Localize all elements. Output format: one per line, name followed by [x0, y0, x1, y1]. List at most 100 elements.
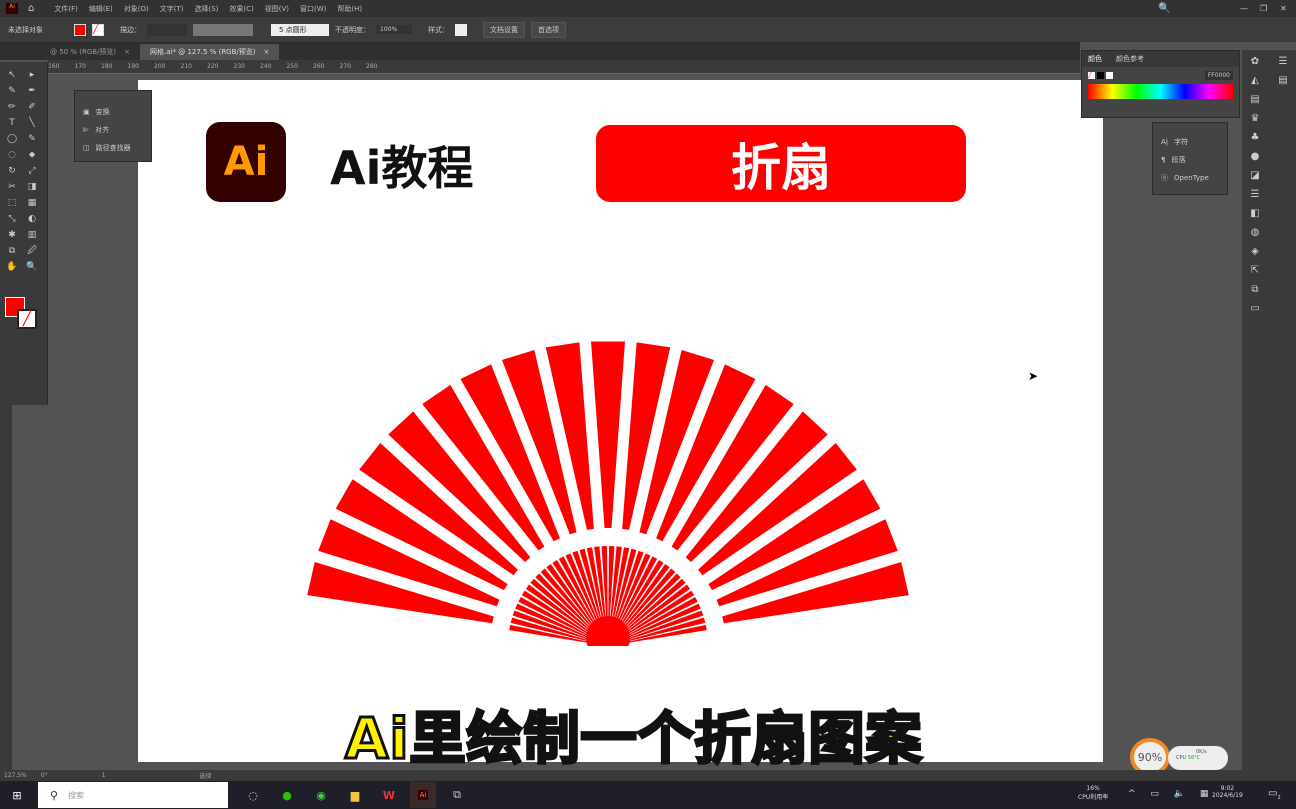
white-swatch[interactable] [1106, 72, 1113, 79]
stroke-swatch[interactable]: ╱ [92, 23, 104, 36]
dock-panel-icon[interactable]: ● [1242, 148, 1268, 164]
tab-document-2[interactable]: 网格.ai* @ 127.5 % (RGB/预览) × [140, 44, 280, 60]
tool-icon[interactable]: ↖ [4, 67, 20, 82]
tool-icon[interactable]: 🔍 [24, 259, 40, 274]
panel-item-paragraph[interactable]: ¶ 段落 [1153, 151, 1227, 169]
none-swatch[interactable]: ╱ [1088, 72, 1095, 79]
taskbar-search[interactable]: ⚲ 搜索 [38, 782, 228, 808]
panel-item-pathfinder[interactable]: ◫ 路径查找器 [75, 139, 151, 157]
illustrator-taskbar-icon[interactable]: Ai [410, 782, 436, 808]
tool-icon[interactable]: ✎ [24, 131, 40, 146]
video-app-icon[interactable]: ⧉ [444, 782, 470, 808]
menu-item[interactable]: 文件(F) [54, 4, 78, 14]
hex-input[interactable]: FF0000 [1204, 71, 1233, 80]
color-spectrum[interactable] [1088, 84, 1233, 99]
panel-item-transform[interactable]: ▣ 变换 [75, 103, 151, 121]
minimize-button[interactable]: — [1240, 4, 1248, 13]
tool-icon[interactable]: 🖉 [24, 243, 40, 258]
tool-icon[interactable]: ✒ [24, 83, 40, 98]
preferences-button[interactable]: 首选项 [531, 21, 566, 38]
rotation[interactable]: 0° [41, 772, 48, 779]
panel-item-character[interactable]: A| 字符 [1153, 133, 1227, 151]
menu-item[interactable]: 文字(T) [160, 4, 184, 14]
task-view-icon[interactable]: ◌ [240, 782, 266, 808]
fill-swatch[interactable] [74, 23, 86, 36]
artboard-number[interactable]: 1 [102, 772, 106, 779]
tool-icon[interactable]: ✏ [4, 99, 20, 114]
black-swatch[interactable] [1097, 72, 1104, 79]
restore-button[interactable]: ❐ [1260, 4, 1267, 13]
tool-icon[interactable]: ⬥ [24, 147, 40, 162]
tab-color-guide[interactable]: 颜色参考 [1116, 54, 1144, 64]
dock-panel-icon[interactable]: ◪ [1242, 167, 1268, 183]
menu-item[interactable]: 编辑(E) [89, 4, 113, 14]
properties-icon[interactable]: ☰ [1270, 53, 1296, 69]
tool-icon[interactable]: ╲ [24, 115, 40, 130]
opacity-input[interactable]: 100% [376, 25, 412, 34]
tool-icon[interactable]: ⤡ [4, 211, 20, 226]
tray-icons[interactable]: ^ ▭ 🔈 ▦ [1128, 789, 1214, 799]
tool-icon[interactable]: ✂ [4, 179, 20, 194]
tool-icon[interactable]: ◌ [4, 147, 20, 162]
menu-item[interactable]: 选择(S) [194, 4, 218, 14]
dock-panel-icon[interactable]: ◍ [1242, 224, 1268, 240]
panel-item-align[interactable]: ⊫ 对齐 [75, 121, 151, 139]
dock-panel-icon[interactable]: ♣ [1242, 129, 1268, 145]
notification-icon[interactable]: ▭2 [1268, 788, 1281, 801]
dock-panel-icon[interactable]: ☰ [1242, 186, 1268, 202]
libraries-icon[interactable]: ▤ [1270, 72, 1296, 88]
folding-fan[interactable] [138, 80, 1103, 762]
dock-panel-icon[interactable]: ▭ [1242, 300, 1268, 316]
document-setup-button[interactable]: 文档设置 [483, 21, 525, 38]
panel-item-opentype[interactable]: ⓞ OpenType [1153, 169, 1227, 187]
menu-item[interactable]: 视图(V) [265, 4, 289, 14]
wechat-icon[interactable]: ● [274, 782, 300, 808]
tool-icon[interactable]: ✱ [4, 227, 20, 242]
file-explorer-icon[interactable]: ▆ [342, 782, 368, 808]
cpu-usage: 16% CPU利用率 [1078, 785, 1109, 801]
wps-icon[interactable]: W [376, 782, 402, 808]
menu-item[interactable]: 帮助(H) [337, 4, 362, 14]
stroke-weight-input[interactable] [147, 23, 187, 36]
zoom-level[interactable]: 127.5% [4, 772, 27, 779]
tool-icon[interactable]: ▦ [24, 195, 40, 210]
close-tab-icon[interactable]: × [264, 48, 270, 56]
tool-icon[interactable]: ⬚ [4, 195, 20, 210]
tab-color[interactable]: 颜色 [1088, 54, 1102, 64]
tool-icon[interactable]: T [4, 115, 20, 130]
tool-icon[interactable]: ◐ [24, 211, 40, 226]
home-icon[interactable]: ⌂ [28, 3, 34, 14]
brush-select[interactable]: 5 点圆形 [271, 23, 329, 36]
dock-panel-icon[interactable]: ◭ [1242, 72, 1268, 88]
app-green-icon[interactable]: ◉ [308, 782, 334, 808]
start-icon[interactable]: ⊞ [4, 782, 30, 808]
dock-panel-icon[interactable]: ◧ [1242, 205, 1268, 221]
menu-item[interactable]: 效果(C) [229, 4, 253, 14]
menu-item[interactable]: 对象(O) [124, 4, 149, 14]
tool-icon[interactable]: ⧉ [4, 243, 20, 258]
tool-icon[interactable]: ↻ [4, 163, 20, 178]
stroke-color-swatch[interactable]: ╱ [17, 309, 37, 329]
variable-width-field[interactable] [193, 23, 253, 36]
tab-document-1[interactable]: @ 50 % (RGB/预览) × [40, 44, 140, 60]
style-swatch[interactable] [455, 23, 467, 36]
dock-panel-icon[interactable]: ✿ [1242, 53, 1268, 69]
close-tab-icon[interactable]: × [124, 48, 130, 56]
tool-icon[interactable]: ▥ [24, 227, 40, 242]
dock-panel-icon[interactable]: ◈ [1242, 243, 1268, 259]
tool-icon[interactable]: ⤢ [24, 163, 40, 178]
tool-icon[interactable]: ✐ [24, 99, 40, 114]
dock-panel-icon[interactable]: ⇱ [1242, 262, 1268, 278]
close-button[interactable]: ✕ [1280, 4, 1287, 13]
search-icon[interactable]: 🔍 [1158, 3, 1170, 14]
clock[interactable]: 9:02 2024/6/19 [1212, 785, 1243, 799]
tool-icon[interactable]: ▸ [24, 67, 40, 82]
tool-icon[interactable]: ◨ [24, 179, 40, 194]
dock-panel-icon[interactable]: ▤ [1242, 91, 1268, 107]
tool-icon[interactable]: ✋ [4, 259, 20, 274]
tool-icon[interactable]: ◯ [4, 131, 20, 146]
menu-item[interactable]: 窗口(W) [300, 4, 326, 14]
tool-icon[interactable]: ✎ [4, 83, 20, 98]
dock-panel-icon[interactable]: ♛ [1242, 110, 1268, 126]
dock-panel-icon[interactable]: ⧉ [1242, 281, 1268, 297]
